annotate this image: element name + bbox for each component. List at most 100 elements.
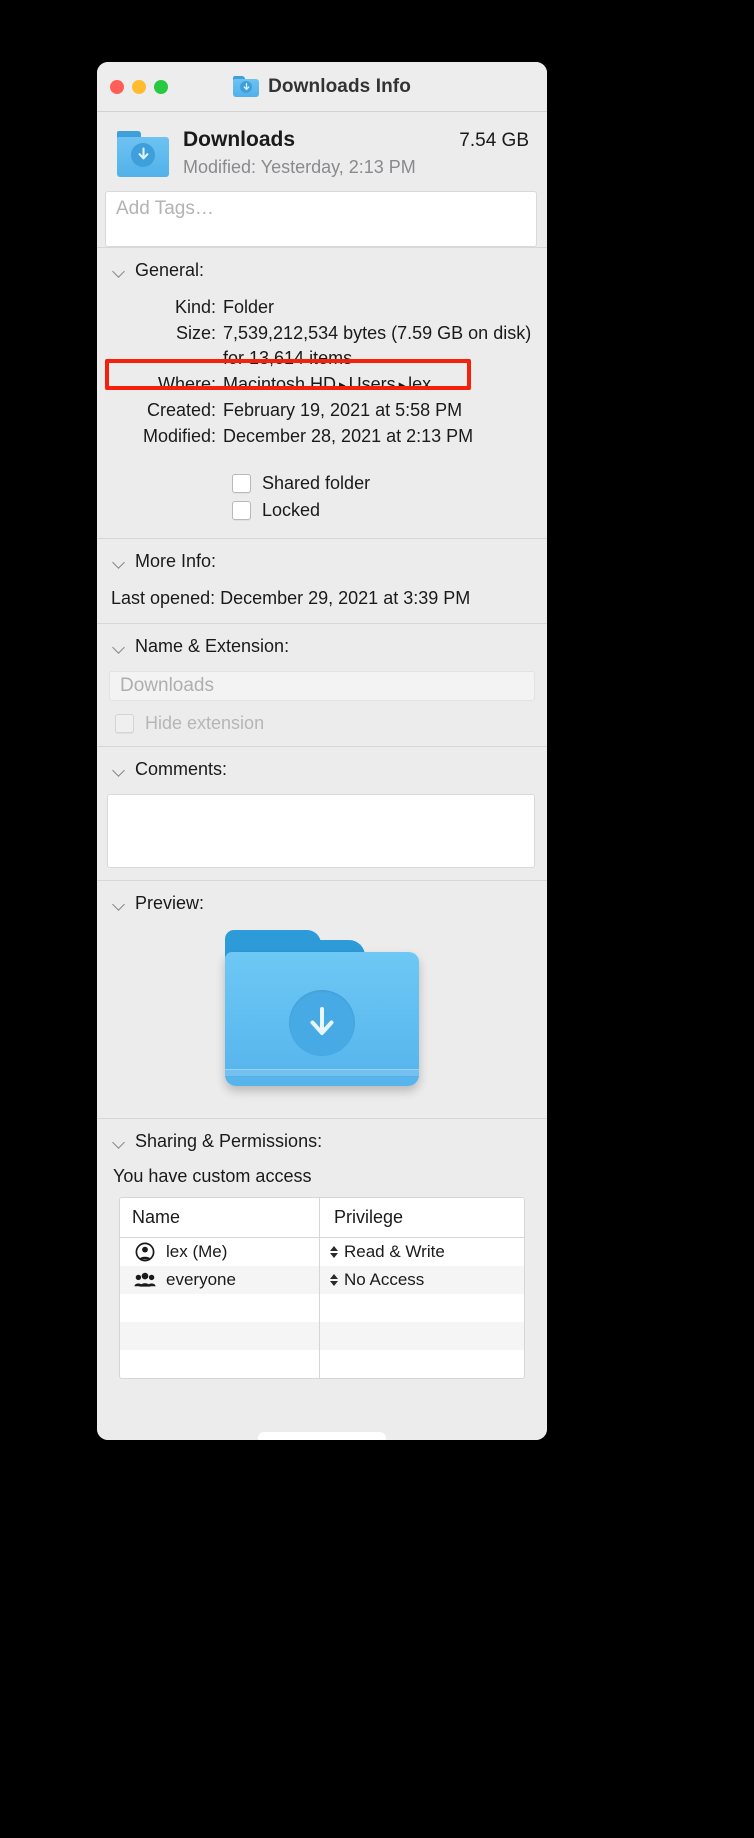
- permission-privilege-value: Read & Write: [344, 1242, 445, 1261]
- permission-user-cell: [120, 1350, 320, 1378]
- folder-downloads-icon: [233, 75, 260, 98]
- comments-disclosure[interactable]: Comments:: [97, 757, 547, 782]
- locked-checkbox[interactable]: [232, 501, 251, 520]
- screenshot-stage: Downloads Info Downloads 7.54 GB Modifie…: [0, 0, 754, 1838]
- size-value: 7,539,212,534 bytes (7.59 GB on disk) fo…: [223, 323, 532, 368]
- preview-area: [97, 916, 547, 1108]
- section-comments: Comments:: [97, 746, 547, 880]
- permissions-header: Name Privilege: [120, 1198, 524, 1238]
- permission-user-cell: lex (Me): [120, 1238, 320, 1266]
- stepper-arrows-icon[interactable]: [330, 1244, 339, 1260]
- where-label: Where:: [157, 374, 216, 394]
- sharing-heading: Sharing & Permissions:: [135, 1131, 323, 1151]
- permission-privilege-cell: [320, 1350, 524, 1378]
- row-created: Created: February 19, 2021 at 5:58 PM: [111, 398, 533, 423]
- folder-downloads-icon[interactable]: [117, 131, 169, 179]
- column-header-privilege[interactable]: Privilege: [320, 1198, 524, 1237]
- table-row[interactable]: [120, 1294, 524, 1322]
- path-separator-icon: ▸: [398, 377, 406, 392]
- modified-label: Modified:: [142, 426, 216, 446]
- permission-user-name: everyone: [166, 1270, 236, 1289]
- shared-folder-row[interactable]: Shared folder: [97, 470, 547, 497]
- where-part-3: lex: [408, 374, 432, 394]
- permission-user-cell: everyone: [120, 1266, 320, 1294]
- minimize-button[interactable]: [132, 79, 146, 94]
- row-kind: Kind: Folder: [111, 295, 533, 320]
- where-value: Macintosh HD ▸ Users ▸ lex: [223, 372, 533, 397]
- name-input-value: Downloads: [120, 675, 214, 696]
- column-header-name[interactable]: Name: [120, 1198, 320, 1237]
- info-content: Downloads 7.54 GB Modified: Yesterday, 2…: [97, 112, 547, 1440]
- get-info-window: Downloads Info Downloads 7.54 GB Modifie…: [97, 62, 547, 1440]
- table-row[interactable]: lex (Me) Read & Write: [120, 1238, 524, 1266]
- general-rows: Kind: Folder Size: 7,539,212,534 bytes (…: [97, 283, 547, 454]
- row-where: Where: Macintosh HD ▸ Users ▸ lex: [111, 372, 533, 397]
- permission-privilege-value: No Access: [344, 1270, 425, 1289]
- more-info-heading: More Info:: [135, 551, 217, 571]
- add-tags-placeholder: Add Tags…: [116, 198, 214, 219]
- single-user-icon: [134, 1241, 156, 1263]
- permission-privilege-cell[interactable]: Read & Write: [320, 1238, 524, 1266]
- add-tags-field[interactable]: Add Tags…: [105, 191, 537, 247]
- sharing-disclosure[interactable]: Sharing & Permissions:: [97, 1129, 547, 1154]
- row-size: Size: 7,539,212,534 bytes (7.59 GB on di…: [111, 321, 533, 371]
- locked-row[interactable]: Locked: [97, 497, 547, 524]
- table-row[interactable]: everyone No Access: [120, 1266, 524, 1294]
- preview-disclosure[interactable]: Preview:: [97, 891, 547, 916]
- shared-folder-checkbox[interactable]: [232, 474, 251, 493]
- section-name-extension: Name & Extension: Downloads Hide extensi…: [97, 623, 547, 746]
- section-general: General: Kind: Folder Size: 7,539,212,53…: [97, 247, 547, 538]
- chevron-down-icon: [113, 264, 126, 277]
- close-button[interactable]: [110, 79, 124, 94]
- general-disclosure[interactable]: General:: [97, 258, 547, 283]
- created-label: Created:: [146, 400, 216, 420]
- size-label: Size:: [175, 323, 216, 343]
- general-checkboxes: Shared folder Locked: [97, 454, 547, 528]
- permission-user-name: lex (Me): [166, 1242, 228, 1261]
- name-input[interactable]: Downloads: [109, 671, 535, 701]
- kind-label: Kind:: [174, 297, 216, 317]
- file-modified: Modified: Yesterday, 2:13 PM: [183, 157, 416, 177]
- access-note: You have custom access: [113, 1166, 312, 1186]
- permission-user-cell: [120, 1322, 320, 1350]
- table-row[interactable]: [120, 1322, 524, 1350]
- hide-extension-row[interactable]: Hide extension: [97, 701, 547, 736]
- chevron-down-icon: [113, 555, 126, 568]
- path-separator-icon: ▸: [339, 377, 346, 392]
- modified-value: December 28, 2021 at 2:13 PM: [223, 426, 474, 446]
- preview-heading: Preview:: [135, 893, 205, 913]
- permissions-table: Name Privilege lex (Me) Read & Write eve…: [119, 1197, 525, 1379]
- hide-extension-label: Hide extension: [145, 713, 265, 733]
- file-header: Downloads 7.54 GB Modified: Yesterday, 2…: [97, 112, 547, 191]
- file-name: Downloads: [183, 128, 296, 151]
- permission-privilege-cell[interactable]: No Access: [320, 1266, 524, 1294]
- zoom-button[interactable]: [154, 79, 168, 94]
- stepper-arrows-icon[interactable]: [330, 1272, 339, 1288]
- name-extension-disclosure[interactable]: Name & Extension:: [97, 634, 547, 659]
- table-row[interactable]: [120, 1350, 524, 1378]
- chevron-down-icon: [113, 640, 126, 653]
- permission-privilege-cell: [320, 1322, 524, 1350]
- group-users-icon: [134, 1269, 156, 1291]
- created-value: February 19, 2021 at 5:58 PM: [223, 400, 463, 420]
- row-modified: Modified: December 28, 2021 at 2:13 PM: [111, 424, 533, 449]
- comments-textarea[interactable]: [107, 794, 535, 868]
- chevron-down-icon: [113, 763, 126, 776]
- section-preview: Preview:: [97, 880, 547, 1118]
- more-info-disclosure[interactable]: More Info:: [97, 549, 547, 574]
- kind-value: Folder: [223, 297, 275, 317]
- where-part-2: Users: [348, 374, 396, 394]
- window-titlebar[interactable]: Downloads Info: [97, 62, 547, 112]
- where-part-1: Macintosh HD: [223, 374, 337, 394]
- download-arrow-icon: [289, 990, 355, 1056]
- file-size: 7.54 GB: [459, 130, 529, 151]
- window-resize-handle[interactable]: [258, 1432, 386, 1440]
- general-heading: General:: [135, 260, 205, 280]
- section-sharing-permissions: Sharing & Permissions: You have custom a…: [97, 1118, 547, 1389]
- chevron-down-icon: [113, 1135, 126, 1148]
- last-opened-row: Last opened: December 29, 2021 at 3:39 P…: [111, 588, 471, 608]
- locked-label: Locked: [262, 500, 321, 520]
- hide-extension-checkbox[interactable]: [115, 714, 134, 733]
- shared-folder-label: Shared folder: [262, 473, 371, 493]
- permission-privilege-cell: [320, 1294, 524, 1322]
